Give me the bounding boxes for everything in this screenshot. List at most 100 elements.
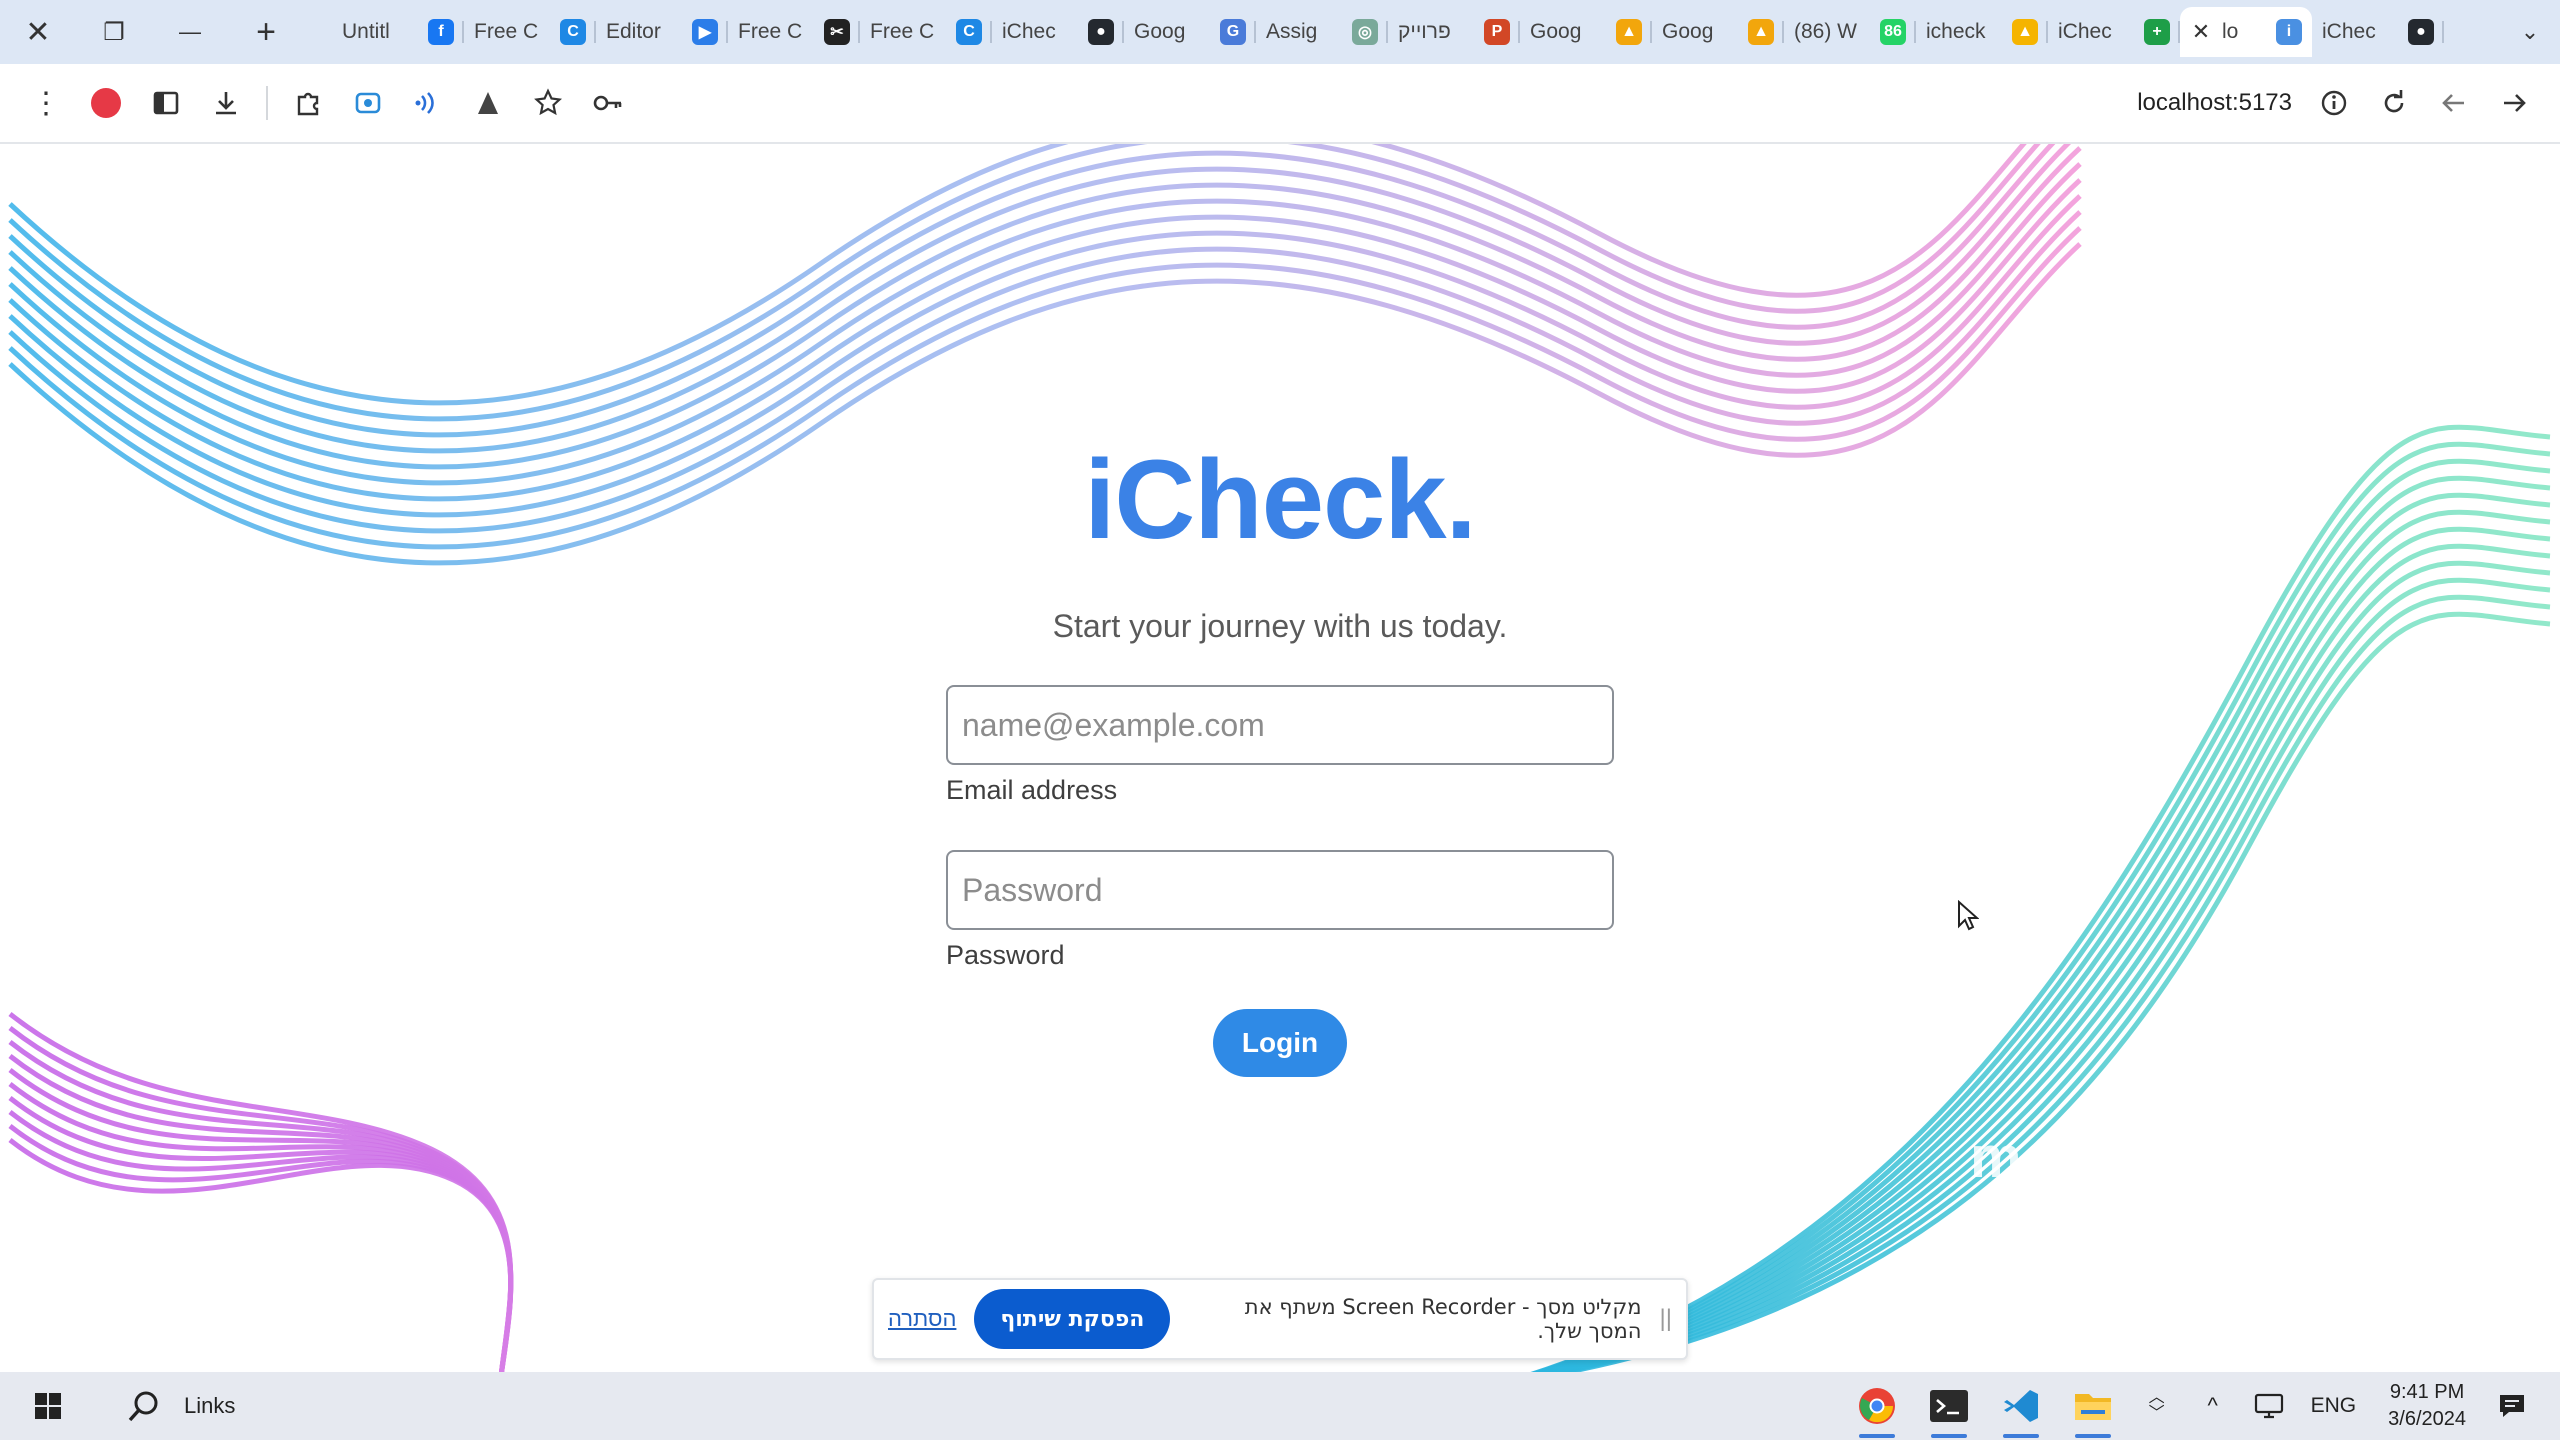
tab-favicon-icon: P — [1484, 19, 1510, 45]
tab-title: Goog — [1662, 20, 1714, 43]
close-tab-icon[interactable]: ✕ — [2190, 19, 2212, 45]
tab-favicon-icon: ▲ — [2012, 19, 2038, 45]
taskbar-links-label[interactable]: Links — [184, 1393, 235, 1419]
drag-handle-icon[interactable]: || — [1660, 1305, 1672, 1333]
notifications-icon[interactable] — [2484, 1378, 2540, 1434]
tab-title: iChec — [2322, 20, 2376, 43]
tab-favicon-icon: 86 — [1880, 19, 1906, 45]
active-indicator — [1858, 1434, 1895, 1438]
tab-favicon-icon: ◎ — [1352, 19, 1378, 45]
bookmark-star-icon[interactable] — [518, 73, 578, 133]
restore-window-button[interactable]: ❐ — [76, 0, 152, 64]
tab-title: Untitl — [342, 20, 390, 43]
record-badge-icon — [91, 88, 121, 118]
tab-search-chevron-icon[interactable]: ⌄ — [2500, 19, 2560, 45]
tab-favicon-icon: ▶ — [692, 19, 718, 45]
password-key-icon[interactable] — [578, 73, 638, 133]
tab-title: lo — [2222, 20, 2239, 43]
downloads-icon[interactable] — [196, 73, 256, 133]
tab-title: iChec — [2058, 20, 2112, 43]
stop-sharing-button[interactable]: הפסקת שיתוף — [974, 1289, 1171, 1349]
login-form: iCheck. Start your journey with us today… — [946, 444, 1614, 1077]
browser-tab[interactable]: iChec + — [2048, 7, 2180, 57]
browser-tab-strip: ✕ ❐ — + Untitl f Free C C Editor ▶ Free C ✂ Free… — [0, 0, 2560, 64]
browser-tab[interactable]: Free C ✂ — [728, 7, 860, 57]
password-input[interactable] — [946, 850, 1614, 930]
wave-line — [8, 1054, 514, 1372]
tab-title: (86) W — [1794, 20, 1857, 43]
browser-tab[interactable]: פרוייק P — [1388, 7, 1520, 57]
site-info-icon[interactable] — [2304, 73, 2364, 133]
tab-title: Free C — [738, 20, 803, 43]
browser-tab[interactable]: (86) W 86 — [1784, 7, 1916, 57]
tab-favicon-icon: C — [560, 19, 586, 45]
watermark-line2: flixier — [1970, 1172, 2424, 1362]
login-button[interactable]: Login — [1213, 1009, 1347, 1077]
sidebar-icon[interactable] — [136, 73, 196, 133]
tab-title: פרוייק — [1398, 20, 1451, 43]
windows-start-icon[interactable] — [20, 1378, 76, 1434]
network-display-icon[interactable] — [2241, 1378, 2297, 1434]
read-aloud-icon[interactable] — [398, 73, 458, 133]
tab-favicon-icon: i — [2276, 19, 2302, 45]
browser-tab[interactable]: Goog ▲ — [1652, 7, 1784, 57]
taskbar-file-explorer-icon[interactable] — [2057, 1372, 2129, 1440]
screen-capture-icon[interactable] — [338, 73, 398, 133]
tab-favicon-icon: C — [956, 19, 982, 45]
browser-tab[interactable]: Goog ▲ — [1520, 7, 1652, 57]
clock-time: 9:41 PM — [2389, 1381, 2465, 1403]
browser-tab[interactable]: Untitl f — [332, 7, 464, 57]
tab-favicon-icon: G — [1220, 19, 1246, 45]
hide-share-bar-link[interactable]: הסתרה — [888, 1306, 956, 1332]
minimize-window-button[interactable]: — — [152, 0, 228, 64]
tab-favicon-icon: ▲ — [1748, 19, 1774, 45]
taskbar-chrome-icon[interactable] — [1841, 1372, 1913, 1440]
browser-tab[interactable]: Free C C — [860, 7, 992, 57]
hidden-icons-chevron-icon[interactable]: ^ — [2185, 1378, 2241, 1434]
close-window-button[interactable]: ✕ — [0, 0, 76, 64]
taskbar-terminal-icon[interactable] — [1913, 1372, 1985, 1440]
tab-favicon-icon: ● — [1088, 19, 1114, 45]
tagline: Start your journey with us today. — [1052, 608, 1508, 644]
new-tab-button[interactable]: + — [228, 0, 304, 64]
email-input[interactable] — [946, 685, 1614, 765]
share-message: מקליט מסך - Screen Recorder משתף את המסך… — [1244, 1295, 1642, 1343]
taskbar-clock[interactable]: 9:41 PM 3/6/2024 — [2388, 1379, 2466, 1433]
terminal-indicator — [1930, 1434, 1967, 1438]
taskbar-scroll-chevrons-icon[interactable]: ︿ ﹀ — [2129, 1378, 2185, 1434]
extensions-puzzle-icon[interactable] — [278, 73, 338, 133]
font-extension-icon[interactable] — [458, 73, 518, 133]
tab-title: Free C — [870, 20, 935, 43]
explorer-indicator — [2074, 1434, 2111, 1438]
password-label: Password — [946, 940, 1065, 970]
browser-tab[interactable]: icheck ▲ — [1916, 7, 2048, 57]
tab-title: Assig — [1266, 20, 1318, 43]
toolbar-divider — [266, 86, 268, 120]
forward-arrow-icon[interactable] — [2484, 73, 2544, 133]
browser-tab[interactable]: iChec ● — [2312, 7, 2444, 57]
tab-title: Editor — [606, 20, 661, 43]
address-bar-url[interactable]: localhost:5173 — [2137, 89, 2292, 117]
browser-tab[interactable]: Editor ▶ — [596, 7, 728, 57]
browser-toolbar: ⋮ localhost:5173 — [0, 64, 2560, 144]
tab-title: Goog — [1530, 20, 1582, 43]
browser-tab[interactable]: Assig ◎ — [1256, 7, 1388, 57]
browser-tab[interactable]: Goog G — [1124, 7, 1256, 57]
tab-favicon-icon: ● — [2408, 19, 2434, 45]
reload-icon[interactable] — [2364, 73, 2424, 133]
tab-title: Goog — [1134, 20, 1186, 43]
browser-tab[interactable]: Free C C — [464, 7, 596, 57]
browser-tab[interactable]: ✕ lo i — [2180, 7, 2312, 57]
back-arrow-icon[interactable] — [2424, 73, 2484, 133]
tab-favicon-icon: f — [428, 19, 454, 45]
browser-menu-icon[interactable]: ⋮ — [16, 73, 76, 133]
login-page: iCheck. Start your journey with us today… — [0, 144, 2560, 1372]
language-indicator[interactable]: ENG — [2311, 1394, 2357, 1418]
wave-line — [8, 144, 2041, 422]
profile-avatar[interactable] — [76, 73, 136, 133]
taskbar-vscode-icon[interactable] — [1985, 1372, 2057, 1440]
tab-list: Untitl f Free C C Editor ▶ Free C ✂ Free C CiChec… — [332, 0, 2500, 64]
bottom-left-wave-lines — [8, 1012, 514, 1372]
browser-tab[interactable]: iChec ● — [992, 7, 1124, 57]
search-icon[interactable] — [116, 1378, 172, 1434]
